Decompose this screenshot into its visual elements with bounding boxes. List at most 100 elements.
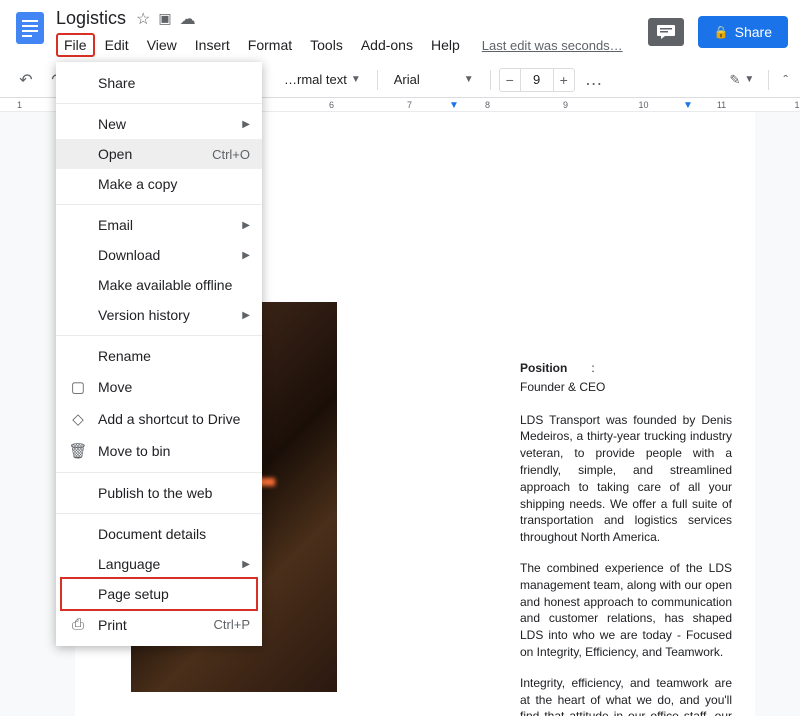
menu-item-document-details[interactable]: Document details — [56, 519, 262, 549]
ruler-number — [507, 98, 546, 111]
menu-item-email[interactable]: Email▶ — [56, 210, 262, 240]
menu-item-label: New — [98, 116, 242, 132]
menu-insert[interactable]: Insert — [187, 33, 238, 57]
ruler-indent-marker[interactable]: ▼ — [449, 100, 459, 111]
menu-item-label: Open — [98, 146, 212, 162]
menu-item-publish-to-the-web[interactable]: Publish to the web — [56, 478, 262, 508]
separator — [490, 70, 491, 90]
menu-item-label: Move to bin — [98, 443, 250, 459]
font-select[interactable]: Arial ▼ — [386, 68, 482, 91]
menu-item-make-available-offline[interactable]: Make available offline — [56, 270, 262, 300]
menu-bar: File Edit View Insert Format Tools Add-o… — [56, 33, 648, 57]
menu-item-label: Move — [98, 379, 250, 395]
menu-item-label: Publish to the web — [98, 485, 250, 501]
collapse-button[interactable]: ˆ — [783, 72, 788, 88]
ruler-indent-marker[interactable]: ▼ — [683, 100, 693, 111]
editing-mode-button[interactable]: ✎ ▼ — [730, 72, 755, 88]
star-icon[interactable]: ☆ — [136, 9, 150, 29]
cloud-status-icon[interactable]: ☁ — [180, 9, 196, 29]
font-select-label: Arial — [394, 72, 420, 87]
menu-item-label: Rename — [98, 348, 250, 364]
font-size-group: − 9 + — [499, 68, 575, 92]
comments-button[interactable] — [648, 18, 684, 46]
menu-item-label: Email — [98, 217, 242, 233]
menu-addons[interactable]: Add-ons — [353, 33, 421, 57]
move-folder-icon[interactable]: ▣ — [158, 10, 171, 27]
ruler-number: 6 — [312, 98, 351, 111]
menu-item-make-a-copy[interactable]: Make a copy — [56, 169, 262, 199]
menu-item-label: Make available offline — [98, 277, 250, 293]
ruler-number — [351, 98, 390, 111]
chevron-down-icon: ▼ — [464, 74, 474, 85]
menu-item-label: Share — [98, 75, 250, 91]
menu-item-label: Add a shortcut to Drive — [98, 411, 250, 427]
menu-separator — [56, 103, 262, 104]
paragraph: Integrity, efficiency, and teamwork are … — [520, 675, 732, 716]
print-icon: ⎙ — [68, 616, 88, 633]
submenu-arrow-icon: ▶ — [242, 119, 250, 130]
undo-button[interactable]: ↶ — [12, 66, 40, 94]
ruler-number — [273, 98, 312, 111]
menu-format[interactable]: Format — [240, 33, 300, 57]
chevron-down-icon: ▼ — [744, 74, 754, 85]
ruler-number: 9 — [546, 98, 585, 111]
share-button[interactable]: 🔒 Share — [698, 16, 788, 48]
style-select-label: …rmal text — [284, 72, 347, 87]
menu-item-print[interactable]: ⎙PrintCtrl+P — [56, 609, 262, 640]
menu-item-language[interactable]: Language▶ — [56, 549, 262, 579]
menu-item-label: Print — [98, 617, 214, 633]
menu-item-move[interactable]: ▢ Move — [56, 371, 262, 403]
ruler-number: 8 — [468, 98, 507, 111]
founder-text: Founder & CEO — [520, 379, 732, 396]
ruler-number: 11 — [702, 98, 741, 111]
shortcut-icon: ◇ — [68, 410, 88, 428]
title-icons: ☆ ▣ ☁ — [136, 9, 196, 29]
font-size-value[interactable]: 9 — [520, 69, 554, 91]
menu-item-version-history[interactable]: Version history▶ — [56, 300, 262, 330]
docs-logo-icon[interactable] — [12, 10, 48, 46]
document-text[interactable]: Position : Founder & CEO LDS Transport w… — [520, 360, 732, 716]
toolbar-more[interactable]: … — [579, 69, 611, 90]
menu-separator — [56, 472, 262, 473]
menu-item-label: Download — [98, 247, 242, 263]
style-select[interactable]: …rmal text ▼ — [276, 68, 369, 91]
menu-file[interactable]: File — [56, 33, 95, 57]
paragraph: The combined experience of the LDS manag… — [520, 560, 732, 661]
menu-item-label: Page setup — [98, 586, 250, 602]
menu-item-move-to-bin[interactable]: 🗑 Move to bin — [56, 435, 262, 467]
menu-item-rename[interactable]: Rename — [56, 341, 262, 371]
menu-item-page-setup[interactable]: Page setup — [56, 579, 262, 609]
submenu-arrow-icon: ▶ — [242, 559, 250, 570]
document-title[interactable]: Logistics — [56, 8, 126, 29]
ruler-number — [741, 98, 780, 111]
separator — [377, 70, 378, 90]
menu-shortcut: Ctrl+O — [212, 147, 250, 162]
menu-separator — [56, 204, 262, 205]
menu-item-open[interactable]: OpenCtrl+O — [56, 139, 262, 169]
title-row: Logistics ☆ ▣ ☁ — [56, 8, 648, 29]
menu-separator — [56, 513, 262, 514]
menu-item-download[interactable]: Download▶ — [56, 240, 262, 270]
menu-item-add-a-shortcut-to-drive[interactable]: ◇ Add a shortcut to Drive — [56, 403, 262, 435]
header: Logistics ☆ ▣ ☁ File Edit View Insert Fo… — [0, 0, 800, 62]
menu-edit[interactable]: Edit — [97, 33, 137, 57]
menu-tools[interactable]: Tools — [302, 33, 351, 57]
last-edit-link[interactable]: Last edit was seconds… — [482, 38, 623, 53]
trash-icon: 🗑 — [68, 442, 88, 460]
menu-item-share[interactable]: Share — [56, 68, 262, 98]
ruler-number: 12 — [780, 98, 800, 111]
header-main: Logistics ☆ ▣ ☁ File Edit View Insert Fo… — [56, 8, 648, 57]
move-icon: ▢ — [68, 378, 88, 396]
header-right: 🔒 Share — [648, 8, 788, 48]
position-colon: : — [591, 360, 594, 377]
submenu-arrow-icon: ▶ — [242, 220, 250, 231]
ruler-number: 1 — [0, 98, 39, 111]
menu-view[interactable]: View — [139, 33, 185, 57]
font-size-increase[interactable]: + — [554, 69, 574, 91]
menu-item-new[interactable]: New▶ — [56, 109, 262, 139]
menu-help[interactable]: Help — [423, 33, 468, 57]
file-dropdown-menu: ShareNew▶OpenCtrl+OMake a copyEmail▶Down… — [56, 62, 262, 646]
position-label: Position — [520, 360, 567, 377]
font-size-decrease[interactable]: − — [500, 69, 520, 91]
submenu-arrow-icon: ▶ — [242, 310, 250, 321]
